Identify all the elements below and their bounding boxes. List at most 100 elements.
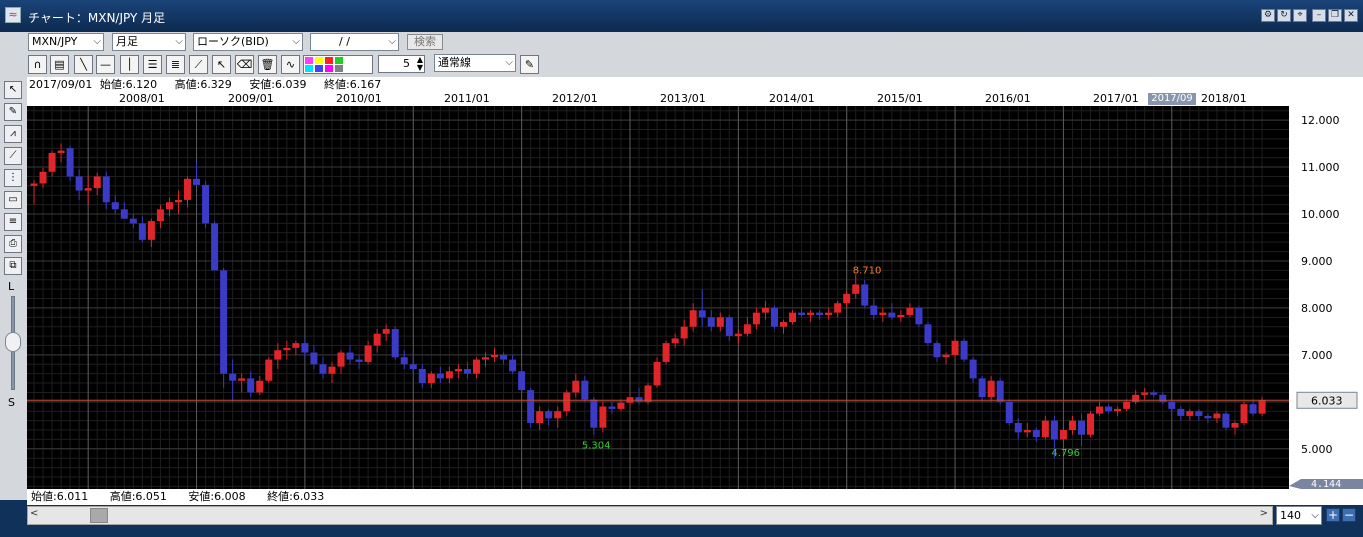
candle-body bbox=[825, 312, 833, 315]
candle-body bbox=[725, 317, 733, 337]
zoom-slider-handle[interactable] bbox=[5, 332, 21, 352]
color-swatch[interactable] bbox=[305, 65, 313, 72]
pitchfork-icon[interactable]: ⟋ bbox=[189, 55, 208, 74]
info-open: 始値:6.120 bbox=[99, 78, 158, 91]
candle-body bbox=[500, 354, 508, 360]
candle-body bbox=[969, 359, 977, 379]
candle-body bbox=[427, 373, 435, 384]
candle-body bbox=[283, 347, 291, 351]
draw-pencil-icon[interactable]: ✎ bbox=[4, 103, 22, 121]
analysis-icon[interactable]: ⟋ bbox=[4, 147, 22, 165]
candle-body bbox=[599, 406, 607, 428]
candle-body bbox=[915, 307, 923, 325]
candle-body bbox=[1032, 430, 1040, 438]
candle-body bbox=[193, 178, 201, 185]
fibonacci-icon[interactable]: ≣ bbox=[166, 55, 185, 74]
candle-body bbox=[1213, 413, 1221, 419]
date-input[interactable]: / / ⌵ bbox=[310, 33, 399, 51]
magnet-icon[interactable]: ∩ bbox=[28, 55, 47, 74]
period-select[interactable]: 月足 ⌵ bbox=[112, 33, 186, 51]
candle-body bbox=[987, 380, 995, 398]
trash-icon[interactable]: 🗑 bbox=[258, 55, 277, 74]
price-tick-label: 11.000 bbox=[1301, 161, 1340, 174]
candle-body bbox=[608, 406, 616, 409]
zoom-out-button[interactable]: − bbox=[1342, 508, 1356, 522]
candle-body bbox=[906, 307, 914, 315]
cursor-icon[interactable]: ↖ bbox=[4, 81, 22, 99]
candle-body bbox=[897, 314, 905, 318]
candlestick-chart[interactable]: 12.00011.00010.0009.0008.0007.0006.0005.… bbox=[27, 106, 1363, 489]
restore-icon[interactable]: ❐ bbox=[1328, 9, 1342, 22]
candle-body bbox=[111, 202, 119, 210]
horizontal-line-icon[interactable]: — bbox=[96, 55, 115, 74]
minimize-icon[interactable]: – bbox=[1312, 9, 1326, 22]
candle-body bbox=[57, 150, 65, 153]
info-close: 終値:6.033 bbox=[267, 490, 325, 503]
bar-style-icon[interactable]: ▤ bbox=[50, 55, 69, 74]
candle-body bbox=[653, 361, 661, 386]
color-swatch[interactable] bbox=[325, 65, 333, 72]
color-swatch[interactable] bbox=[335, 57, 343, 64]
color-palette[interactable] bbox=[303, 55, 373, 74]
price-tick-label: 12.000 bbox=[1301, 114, 1340, 127]
stepper-arrows-icon[interactable]: ▲ ▼ bbox=[417, 56, 423, 72]
close-icon[interactable]: ✕ bbox=[1344, 9, 1358, 22]
candle-body bbox=[238, 378, 246, 381]
scroll-left-icon[interactable]: < bbox=[30, 508, 38, 519]
chevron-down-icon: ⌵ bbox=[1311, 510, 1319, 521]
candle-body bbox=[247, 378, 255, 393]
candle-body bbox=[752, 312, 760, 325]
zoom-in-button[interactable]: + bbox=[1326, 508, 1340, 522]
scroll-thumb[interactable] bbox=[90, 508, 108, 523]
year-label: 2014/01 bbox=[769, 92, 815, 105]
candle-body bbox=[581, 380, 589, 400]
horizontal-scrollbar[interactable]: < > bbox=[27, 506, 1273, 525]
window-icon[interactable]: ▭ bbox=[4, 191, 22, 209]
candle-body bbox=[1249, 404, 1257, 414]
chevron-down-icon: ⌵ bbox=[505, 57, 513, 68]
line-type-select[interactable]: 通常線 ⌵ bbox=[434, 54, 516, 72]
trendline-icon[interactable]: ╲ bbox=[74, 55, 93, 74]
window-title: チャート：MXN/JPY 月足 bbox=[28, 11, 166, 25]
copy-icon[interactable]: ⧉ bbox=[4, 257, 22, 275]
candle-body bbox=[328, 366, 336, 374]
cursor-icon[interactable]: ↖ bbox=[212, 55, 231, 74]
candle-body bbox=[789, 312, 797, 323]
color-swatch[interactable] bbox=[325, 57, 333, 64]
bottom-border bbox=[0, 526, 1363, 537]
candle-body bbox=[852, 284, 860, 294]
indicator-icon[interactable]: ∿ bbox=[281, 55, 300, 74]
color-swatch[interactable] bbox=[305, 57, 313, 64]
pencil-icon[interactable]: ✎ bbox=[520, 55, 539, 74]
candle-body bbox=[644, 385, 652, 402]
window-titlebar[interactable]: ≈ チャート：MXN/JPY 月足 ⚙ ↻ ⌖ – ❐ ✕ bbox=[0, 0, 1363, 32]
zoom-select[interactable]: 140 ⌵ bbox=[1276, 506, 1322, 525]
gear-icon[interactable]: ⚙ bbox=[1261, 9, 1275, 22]
color-swatch[interactable] bbox=[335, 65, 343, 72]
symbol-select[interactable]: MXN/JPY ⌵ bbox=[28, 33, 104, 51]
color-swatch[interactable] bbox=[315, 65, 323, 72]
chart-type-select[interactable]: ローソク(BID) ⌵ bbox=[193, 33, 303, 51]
channel-icon[interactable]: ☰ bbox=[143, 55, 162, 74]
vertical-line-icon[interactable]: │ bbox=[120, 55, 139, 74]
high-annotation: 8.710 bbox=[853, 266, 882, 277]
color-swatch[interactable] bbox=[315, 57, 323, 64]
line-chart-icon[interactable]: ⩘ bbox=[4, 125, 22, 143]
list-icon[interactable]: ≡ bbox=[4, 213, 22, 231]
pin-icon[interactable]: ⌖ bbox=[1293, 9, 1307, 22]
candle-body bbox=[1123, 401, 1131, 409]
print-icon[interactable]: ⎙ bbox=[4, 235, 22, 253]
candle-body bbox=[572, 380, 580, 393]
candle-body bbox=[1186, 411, 1194, 416]
scroll-right-icon[interactable]: > bbox=[1260, 508, 1268, 519]
candle-body bbox=[1258, 400, 1266, 414]
search-button[interactable]: 検索 bbox=[407, 34, 443, 50]
year-label: 2017/01 bbox=[1093, 92, 1139, 105]
candle-body bbox=[147, 221, 155, 240]
count-stepper[interactable]: 5 ▲ ▼ bbox=[378, 55, 425, 73]
ruler-icon[interactable]: ⋮ bbox=[4, 169, 22, 187]
candle-body bbox=[391, 329, 399, 358]
eraser-icon[interactable]: ⌫ bbox=[235, 55, 254, 74]
refresh-icon[interactable]: ↻ bbox=[1277, 9, 1291, 22]
year-label: 2008/01 bbox=[119, 92, 165, 105]
